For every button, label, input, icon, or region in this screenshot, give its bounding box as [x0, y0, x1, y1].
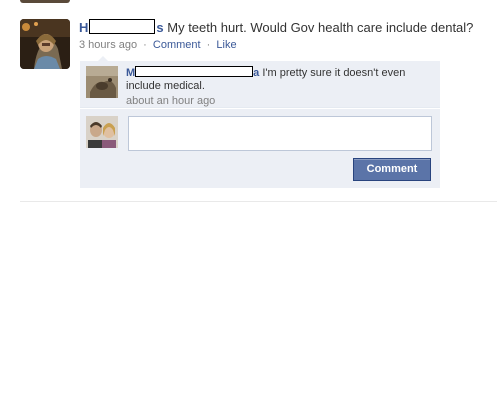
story-meta: 3 hours ago · Comment · Like — [79, 38, 489, 52]
status-line: Hs My teeth hurt. Would Gov health care … — [79, 19, 489, 36]
actor-name[interactable]: Hs — [79, 19, 164, 35]
comment-author-photo[interactable] — [86, 66, 118, 98]
previous-story-avatar[interactable] — [20, 0, 70, 3]
news-feed: Hs My teeth hurt. Would Gov health care … — [0, 0, 497, 400]
meta-separator: · — [143, 39, 147, 51]
comment-link[interactable]: Comment — [153, 39, 201, 51]
comment-author-name[interactable]: Ma — [126, 66, 259, 79]
status-text: My teeth hurt. Would Gov health care inc… — [167, 20, 474, 35]
story-body: Hs My teeth hurt. Would Gov health care … — [79, 19, 489, 188]
comment-item: Ma I'm pretty sure it doesn't even inclu… — [80, 61, 440, 108]
like-link[interactable]: Like — [216, 39, 236, 51]
submit-comment-button[interactable]: Comment — [353, 158, 431, 181]
redacted-name-box — [135, 66, 254, 77]
comment-input[interactable] — [128, 116, 432, 151]
story-timestamp[interactable]: 3 hours ago — [79, 39, 137, 51]
comment-content: Ma I'm pretty sure it doesn't even inclu… — [126, 66, 431, 108]
viewer-photo[interactable] — [86, 116, 118, 148]
add-comment-box: Comment — [80, 109, 440, 188]
comment-timestamp[interactable]: about an hour ago — [126, 95, 431, 108]
story-divider — [20, 201, 497, 202]
meta-separator: · — [206, 39, 211, 51]
redacted-name-box — [89, 19, 156, 34]
profile-photo[interactable] — [20, 19, 70, 69]
